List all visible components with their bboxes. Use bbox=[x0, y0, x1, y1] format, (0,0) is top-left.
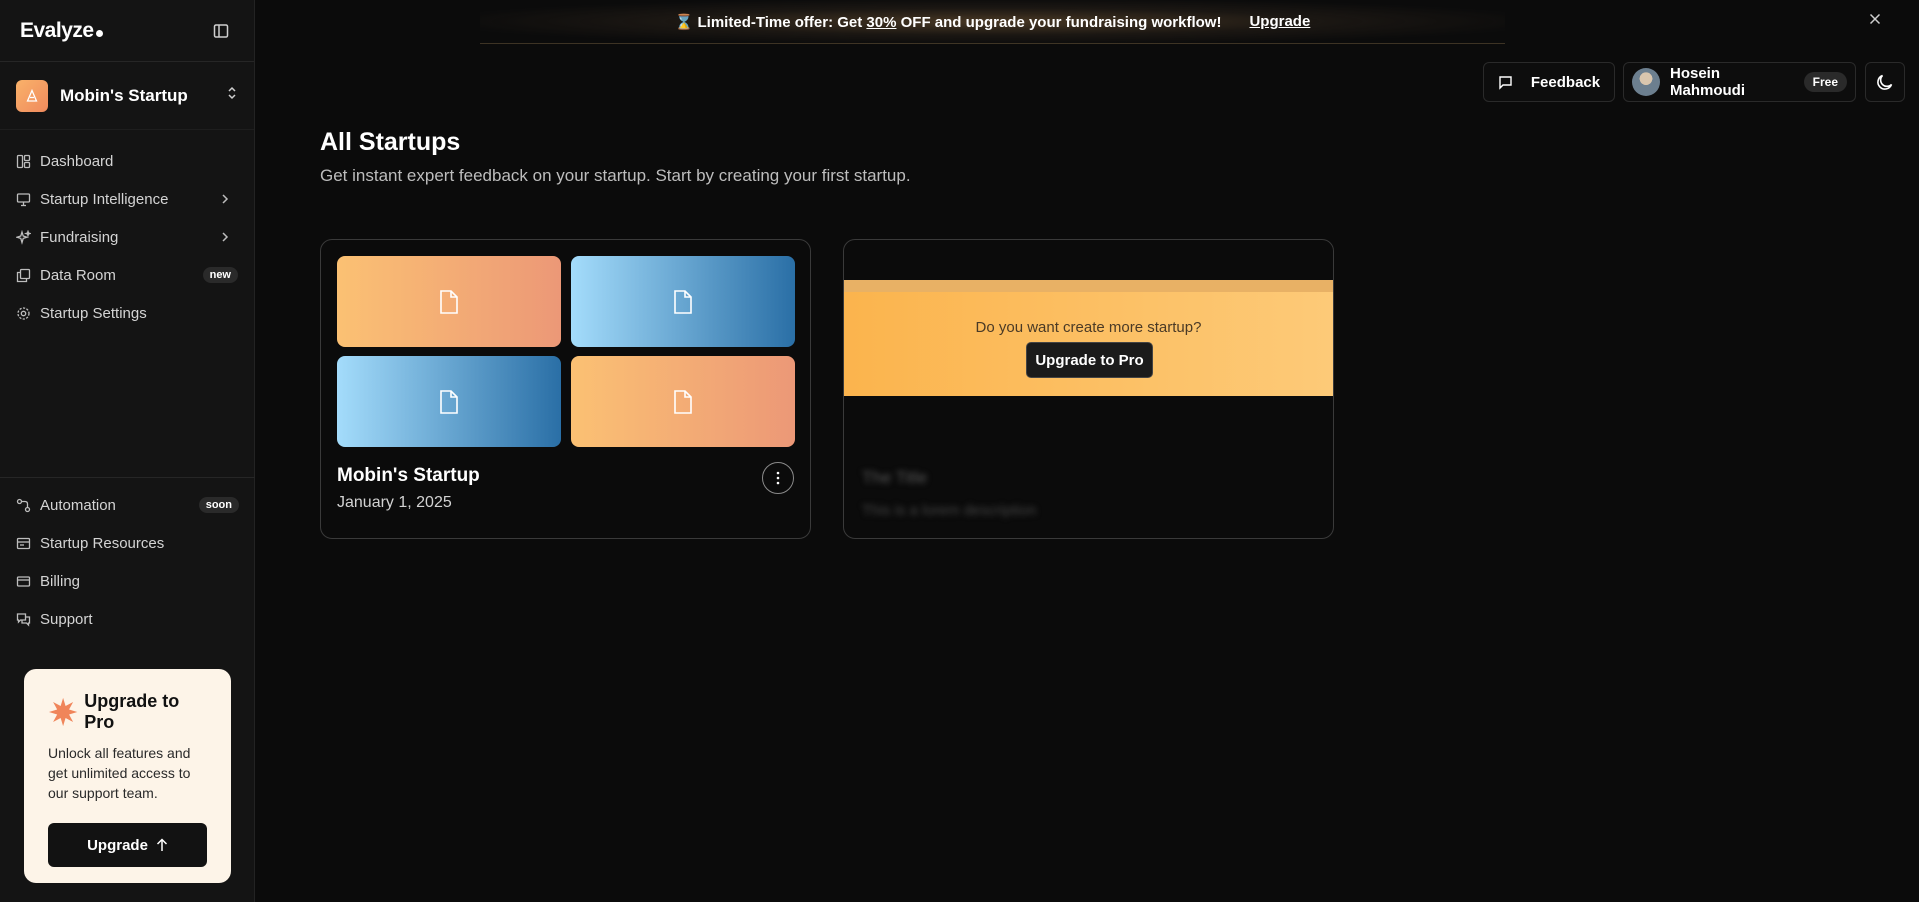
sidebar-item-label: Automation bbox=[40, 496, 116, 514]
more-options-button[interactable] bbox=[762, 462, 794, 494]
user-menu-button[interactable]: Hosein Mahmoudi Free bbox=[1623, 62, 1856, 102]
workflow-icon bbox=[16, 498, 31, 512]
new-badge: new bbox=[202, 267, 238, 283]
file-icon bbox=[674, 389, 692, 414]
upgrade-button-label: Upgrade bbox=[87, 836, 148, 854]
upgrade-card-title: Upgrade to Pro bbox=[84, 691, 180, 732]
placeholder-description: This is a lorem description bbox=[862, 502, 1037, 519]
sidebar-nav-secondary: Automation soon Startup Resources Billin… bbox=[0, 486, 255, 638]
sidebar-item-billing[interactable]: Billing bbox=[0, 562, 255, 600]
sidebar-item-dashboard[interactable]: Dashboard bbox=[0, 142, 254, 180]
sidebar: Evalyze Mobin's Startup Dashboard Startu… bbox=[0, 0, 255, 902]
banner-text: ⌛ Limited-Time offer: Get 30% OFF and up… bbox=[674, 13, 1222, 31]
more-vertical-icon bbox=[776, 471, 780, 485]
sidebar-item-automation[interactable]: Automation soon bbox=[0, 486, 255, 524]
credit-card-icon bbox=[16, 575, 31, 587]
sidebar-item-label: Billing bbox=[40, 572, 81, 590]
moon-icon bbox=[1877, 74, 1893, 90]
sidebar-item-startup-settings[interactable]: Startup Settings bbox=[0, 294, 254, 332]
startup-thumbnails bbox=[337, 256, 795, 447]
user-name: Hosein Mahmoudi bbox=[1670, 65, 1745, 99]
startup-card-name: Mobin's Startup bbox=[337, 465, 480, 486]
gear-icon bbox=[17, 306, 30, 320]
upgrade-to-pro-button[interactable]: Upgrade to Pro bbox=[1026, 342, 1153, 378]
chevron-right-icon bbox=[222, 194, 229, 204]
file-icon bbox=[440, 289, 458, 314]
upsell-band: Do you want create more startup? Upgrade… bbox=[844, 280, 1333, 396]
startup-switcher[interactable]: Mobin's Startup bbox=[0, 62, 254, 130]
file-icon bbox=[674, 289, 692, 314]
feedback-label: Feedback bbox=[1530, 73, 1601, 91]
sidebar-header: Evalyze bbox=[0, 0, 254, 62]
soon-badge: soon bbox=[198, 497, 239, 513]
sidebar-item-label: Fundraising bbox=[40, 228, 119, 246]
sidebar-item-fundraising[interactable]: Fundraising bbox=[0, 218, 254, 256]
upsell-card: Do you want create more startup? Upgrade… bbox=[843, 239, 1334, 539]
sidebar-item-data-room[interactable]: Data Room new bbox=[0, 256, 254, 294]
sidebar-toggle-icon[interactable] bbox=[210, 20, 232, 42]
page-title: All Startups bbox=[320, 128, 461, 156]
sidebar-nav: Dashboard Startup Intelligence Fundraisi… bbox=[0, 130, 254, 332]
sidebar-item-label: Data Room bbox=[40, 266, 116, 284]
document-thumbnail bbox=[337, 256, 561, 347]
document-thumbnail bbox=[571, 356, 795, 447]
plan-badge: Free bbox=[1803, 72, 1847, 92]
sidebar-item-label: Support bbox=[40, 610, 93, 628]
sidebar-item-label: Startup Resources bbox=[40, 534, 165, 552]
page-subtitle: Get instant expert feedback on your star… bbox=[320, 166, 911, 185]
startup-card[interactable]: Mobin's Startup January 1, 2025 bbox=[320, 239, 811, 539]
sidebar-item-support[interactable]: Support bbox=[0, 600, 255, 638]
banner-upgrade-link[interactable]: Upgrade bbox=[1249, 13, 1310, 30]
sidebar-item-startup-intelligence[interactable]: Startup Intelligence bbox=[0, 180, 254, 218]
feedback-button[interactable]: Feedback bbox=[1483, 62, 1615, 102]
startup-avatar bbox=[16, 79, 48, 112]
message-icon bbox=[1499, 75, 1512, 90]
placeholder-title: The Title bbox=[862, 468, 928, 487]
resources-icon bbox=[16, 537, 31, 549]
document-thumbnail bbox=[337, 356, 561, 447]
upsell-question: Do you want create more startup? bbox=[975, 319, 1202, 336]
avatar bbox=[1632, 68, 1660, 96]
file-icon bbox=[440, 389, 458, 414]
presentation-icon bbox=[16, 192, 31, 206]
sidebar-item-label: Dashboard bbox=[40, 152, 114, 170]
arrow-up-icon bbox=[156, 838, 167, 851]
upgrade-card-text: Unlock all features and get unlimited ac… bbox=[48, 745, 191, 801]
sidebar-item-startup-resources[interactable]: Startup Resources bbox=[0, 524, 255, 562]
starburst-icon bbox=[48, 697, 78, 727]
startup-name: Mobin's Startup bbox=[60, 85, 188, 105]
startup-card-date: January 1, 2025 bbox=[337, 494, 452, 511]
sparkles-icon bbox=[16, 229, 31, 245]
close-banner-icon[interactable] bbox=[1869, 12, 1881, 30]
chevron-updown-icon bbox=[226, 86, 238, 105]
sidebar-item-label: Startup Intelligence bbox=[40, 190, 169, 208]
chevron-right-icon bbox=[222, 232, 229, 242]
document-thumbnail bbox=[571, 256, 795, 347]
promo-banner: ⌛ Limited-Time offer: Get 30% OFF and up… bbox=[480, 0, 1505, 44]
upgrade-button[interactable]: Upgrade bbox=[48, 823, 207, 867]
sidebar-item-label: Startup Settings bbox=[40, 304, 147, 322]
dashboard-icon bbox=[16, 154, 31, 168]
upgrade-card: Upgrade to Pro Unlock all features and g… bbox=[24, 669, 231, 883]
app-logo[interactable]: Evalyze bbox=[20, 19, 103, 43]
documents-icon bbox=[16, 268, 31, 282]
theme-toggle-button[interactable] bbox=[1865, 62, 1905, 102]
sidebar-divider bbox=[0, 477, 255, 478]
chat-icon bbox=[16, 612, 31, 627]
